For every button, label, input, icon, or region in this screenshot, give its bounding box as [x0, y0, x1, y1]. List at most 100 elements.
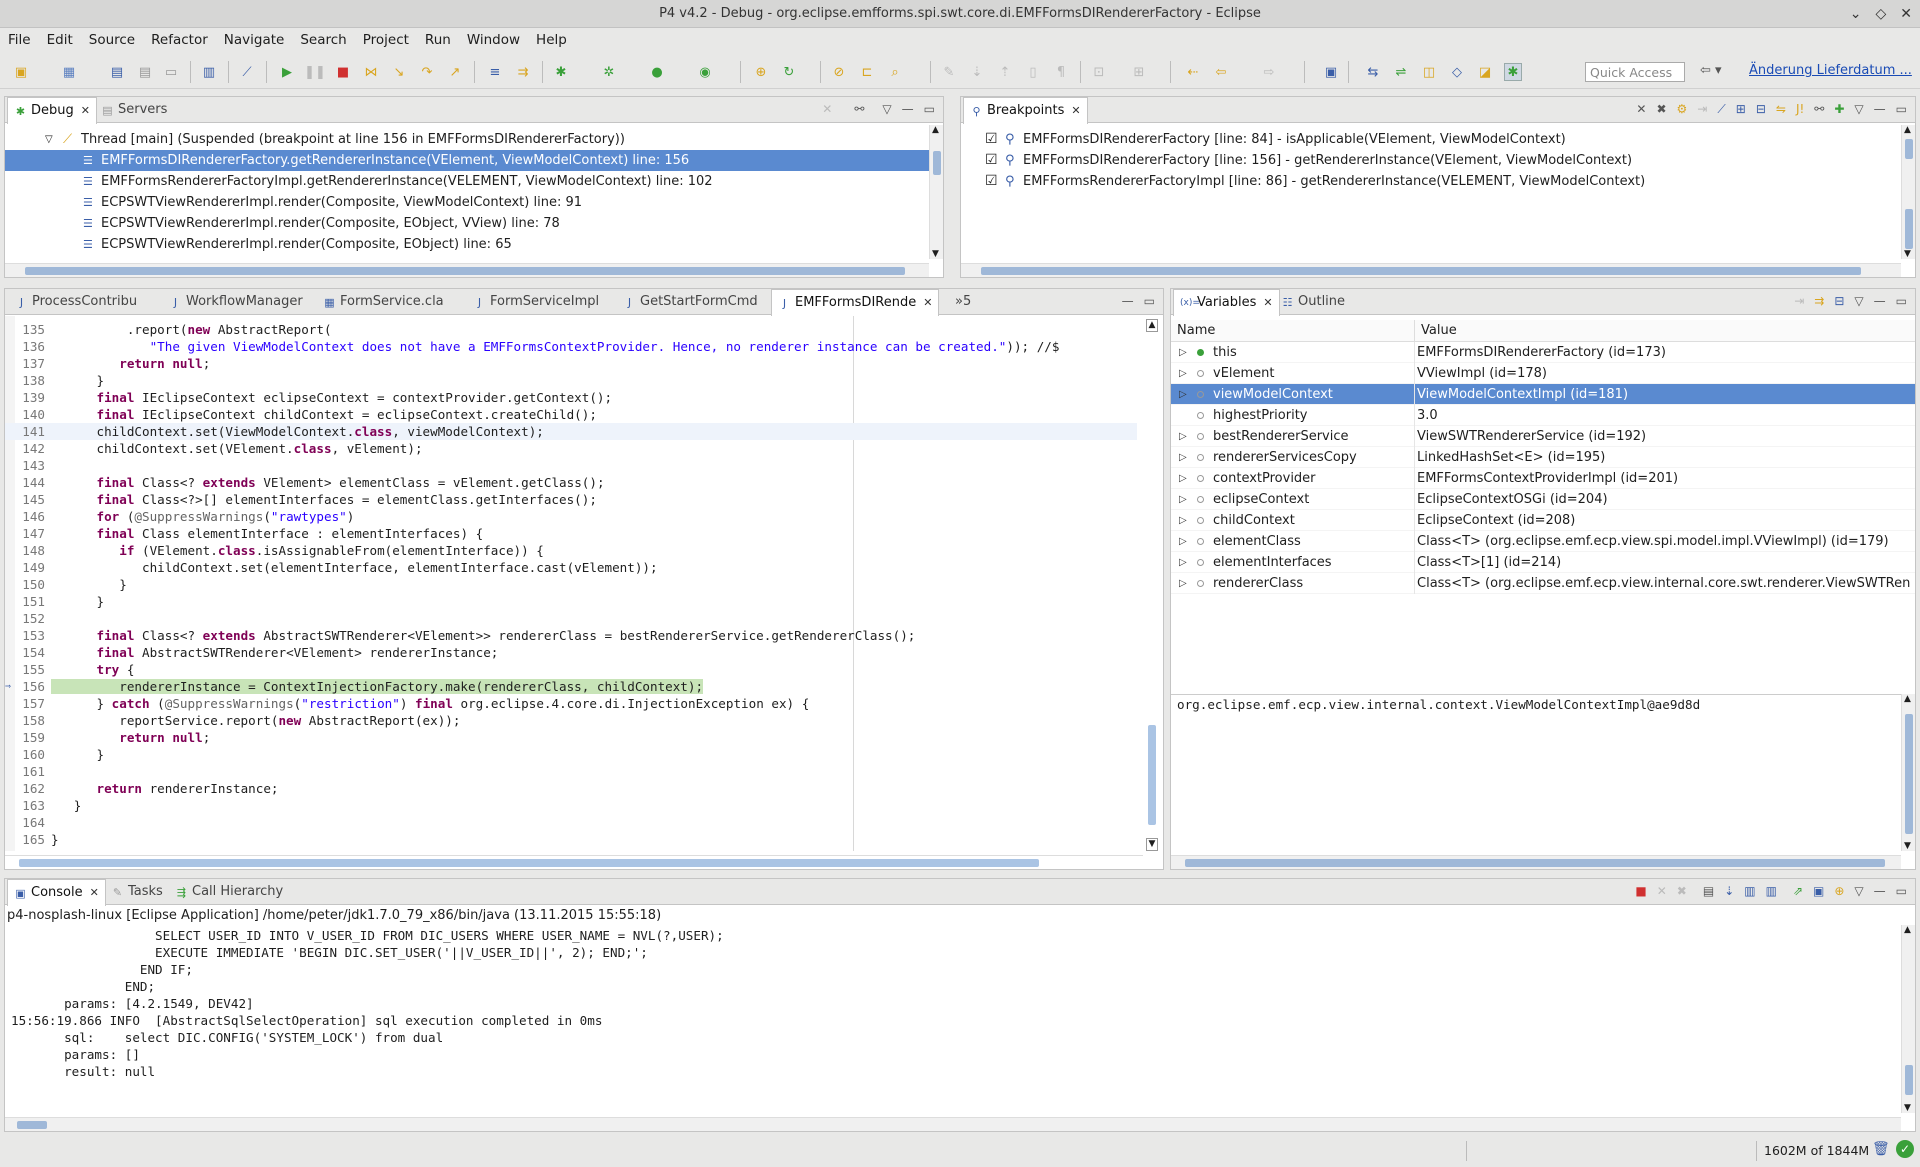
stack-frame[interactable]: ☰ ECPSWTViewRendererImpl.render(Composite… — [5, 192, 943, 213]
back-icon[interactable]: ⇦ — [1212, 63, 1230, 81]
run-icon[interactable]: ● — [648, 63, 666, 81]
variable-row[interactable]: ▷ rendererClass Class<T> (org.eclipse.emf.… — [1171, 573, 1915, 594]
code-line[interactable]: 141 childContext.set(ViewModelContext.cl… — [5, 423, 1137, 440]
pin-console-icon[interactable]: ⇗ — [1793, 884, 1803, 898]
back-history-icon[interactable]: ⇦ ▾ — [1700, 63, 1722, 78]
code-line[interactable]: 143 — [5, 457, 1137, 474]
new-icon[interactable]: ▣ — [12, 63, 30, 81]
code-line[interactable]: 163 } — [5, 797, 1137, 814]
java-perspective-icon[interactable]: ⇆ — [1364, 63, 1382, 81]
menu-window[interactable]: Window — [459, 32, 528, 48]
tab-formservice-cla[interactable]: ▦ FormService.cla — [317, 289, 450, 315]
thread-node[interactable]: ▽ ⟋ Thread [main] (Suspended (breakpoint… — [5, 129, 943, 150]
menu-refactor[interactable]: Refactor — [143, 32, 216, 48]
console-hscroll[interactable] — [5, 1117, 1901, 1131]
suspend-icon[interactable]: ❚❚ — [304, 63, 326, 81]
java-exception-icon[interactable]: J! — [1796, 102, 1804, 117]
variable-row[interactable]: ▷ childContext EclipseContext (id=208) — [1171, 510, 1915, 531]
task-link[interactable]: Änderung Lieferdatum ... — [1749, 63, 1912, 78]
remove-terminated-icon[interactable]: ✕ — [822, 102, 832, 116]
tab-tasks[interactable]: ✎ Tasks — [105, 879, 169, 905]
detail-vscroll[interactable]: ▲ ▼ — [1901, 694, 1915, 851]
save-icon[interactable]: ▤ — [108, 63, 126, 81]
pin-icon[interactable]: ▯ — [1024, 63, 1042, 81]
code-line[interactable]: 155 try { — [5, 661, 1137, 678]
code-line[interactable]: 144 final Class<? extends VElement> elem… — [5, 474, 1137, 491]
goto-file-icon[interactable]: ⇥ — [1697, 102, 1707, 117]
minimize-view-icon[interactable]: — — [1874, 102, 1886, 117]
code-line[interactable]: 145 final Class<?>[] elementInterfaces =… — [5, 491, 1137, 508]
variable-row[interactable]: ▷ contextProvider EMFFormsContextProviderI… — [1171, 468, 1915, 489]
expand-icon[interactable]: ▷ — [1179, 573, 1187, 594]
annotation-icon[interactable]: ✎ — [940, 63, 958, 81]
open-perspective-icon[interactable]: ▣ — [1322, 63, 1340, 81]
bug-icon[interactable]: ✲ — [600, 63, 618, 81]
tab-overflow[interactable]: »5 — [949, 289, 977, 315]
tab-outline[interactable]: ☷ Outline — [1275, 289, 1351, 315]
code-line[interactable]: 162 return rendererInstance; — [5, 780, 1137, 797]
menu-search[interactable]: Search — [292, 32, 354, 48]
trash-icon[interactable]: 🗑 — [1872, 1141, 1890, 1157]
code-line[interactable]: 136 "The given ViewModelContext does not… — [5, 338, 1137, 355]
minimize-view-icon[interactable]: — — [1874, 294, 1886, 308]
debug-vscroll[interactable]: ▲ ▼ — [929, 125, 943, 259]
menu-source[interactable]: Source — [81, 32, 143, 48]
code-line[interactable]: 158 reportService.report(new AbstractRep… — [5, 712, 1137, 729]
show-on-stderr-icon[interactable]: ▥ — [1766, 884, 1777, 898]
close-icon[interactable]: ✕ — [90, 880, 99, 906]
breakpoints-hscroll[interactable] — [961, 263, 1901, 277]
column-value[interactable]: Value — [1421, 323, 1457, 338]
terminal-icon[interactable]: ▥ — [200, 63, 218, 81]
skip-breakpoints-icon[interactable]: ⟋ — [238, 63, 256, 81]
tab-servers[interactable]: ▤ Servers — [95, 97, 173, 123]
next-annotation-icon[interactable]: ⇣ — [968, 63, 986, 81]
show-type-names-icon[interactable]: ⇥ — [1794, 294, 1804, 308]
refresh-icon[interactable]: ↻ — [780, 63, 798, 81]
add-watchpoint-icon[interactable]: ✚ — [1834, 102, 1844, 117]
code-line[interactable]: 146 for (@SuppressWarnings("rawtypes") — [5, 508, 1137, 525]
expand-icon[interactable]: ▷ — [1179, 384, 1187, 405]
close-window-icon[interactable]: ✕ — [1900, 6, 1912, 22]
tab-console[interactable]: ▣ Console ✕ — [7, 879, 106, 906]
link-with-debug-icon[interactable]: ⇋ — [1776, 102, 1786, 117]
console-vscroll[interactable]: ▲ ▼ — [1901, 925, 1915, 1113]
terminate-icon[interactable]: ■ — [1635, 884, 1646, 898]
close-icon[interactable]: ✕ — [923, 290, 932, 316]
maximize-view-icon[interactable]: ▭ — [1896, 102, 1907, 117]
stack-frame[interactable]: ☰ ECPSWTViewRendererImpl.render(Composite… — [5, 213, 943, 234]
code-line[interactable]: 137 return null; — [5, 355, 1137, 372]
breakpoint-item[interactable]: ☑ ⚲ EMFFormsRendererFactoryImpl [line: 86]… — [961, 171, 1915, 192]
code-line[interactable]: 153 final Class<? extends AbstractSWTRen… — [5, 627, 1137, 644]
code-line[interactable]: 147 final Class elementInterface : eleme… — [5, 525, 1137, 542]
remove-all-launches-icon[interactable]: ✖ — [1677, 884, 1687, 898]
menu-edit[interactable]: Edit — [39, 32, 81, 48]
view-menu-icon[interactable]: ▽ — [1854, 294, 1863, 308]
show-supported-icon[interactable]: ⚙ — [1677, 102, 1688, 117]
quick-access-input[interactable]: Quick Access — [1585, 62, 1685, 82]
stack-frame[interactable]: ☰ EMFFormsRendererFactoryImpl.getRenderer… — [5, 171, 943, 192]
git-perspective-icon[interactable]: ◇ — [1448, 63, 1466, 81]
menu-help[interactable]: Help — [528, 32, 575, 48]
code-line[interactable]: 157 } catch (@SuppressWarnings("restrict… — [5, 695, 1137, 712]
print-icon[interactable]: ▭ — [162, 63, 180, 81]
tab-workflowmanager[interactable]: J WorkflowManager — [163, 289, 309, 315]
tab-processcontribu[interactable]: J ProcessContribu — [9, 289, 143, 315]
scroll-lock-icon[interactable]: ⇣ — [1724, 884, 1734, 898]
svn-perspective-icon[interactable]: ◪ — [1476, 63, 1494, 81]
maximize-view-icon[interactable]: ▭ — [924, 102, 935, 116]
code-line[interactable]: 140 final IEclipseContext childContext =… — [5, 406, 1137, 423]
tab-breakpoints[interactable]: ⚲ Breakpoints ✕ — [963, 97, 1088, 124]
external-tools-icon[interactable]: ◉ — [696, 63, 714, 81]
variable-row[interactable]: ▷ vElement VViewImpl (id=178) — [1171, 363, 1915, 384]
show-logical-icon[interactable]: ⇉ — [1814, 294, 1824, 308]
save-all-icon[interactable]: ▤ — [136, 63, 154, 81]
expand-icon[interactable]: ▷ — [1179, 342, 1187, 363]
close-icon[interactable]: ✕ — [1071, 98, 1080, 124]
use-step-filters-icon[interactable]: ⇉ — [514, 63, 532, 81]
open-folder-icon[interactable]: ⊏ — [858, 63, 876, 81]
variable-row[interactable]: ▷ elementInterfaces Class<T>[1] (id=214) — [1171, 552, 1915, 573]
display-console-icon[interactable]: ▣ — [1813, 884, 1824, 898]
expand-icon[interactable]: ▷ — [1179, 510, 1187, 531]
debug-hscroll[interactable] — [5, 263, 929, 277]
expand-icon[interactable]: ▷ — [1179, 489, 1187, 510]
